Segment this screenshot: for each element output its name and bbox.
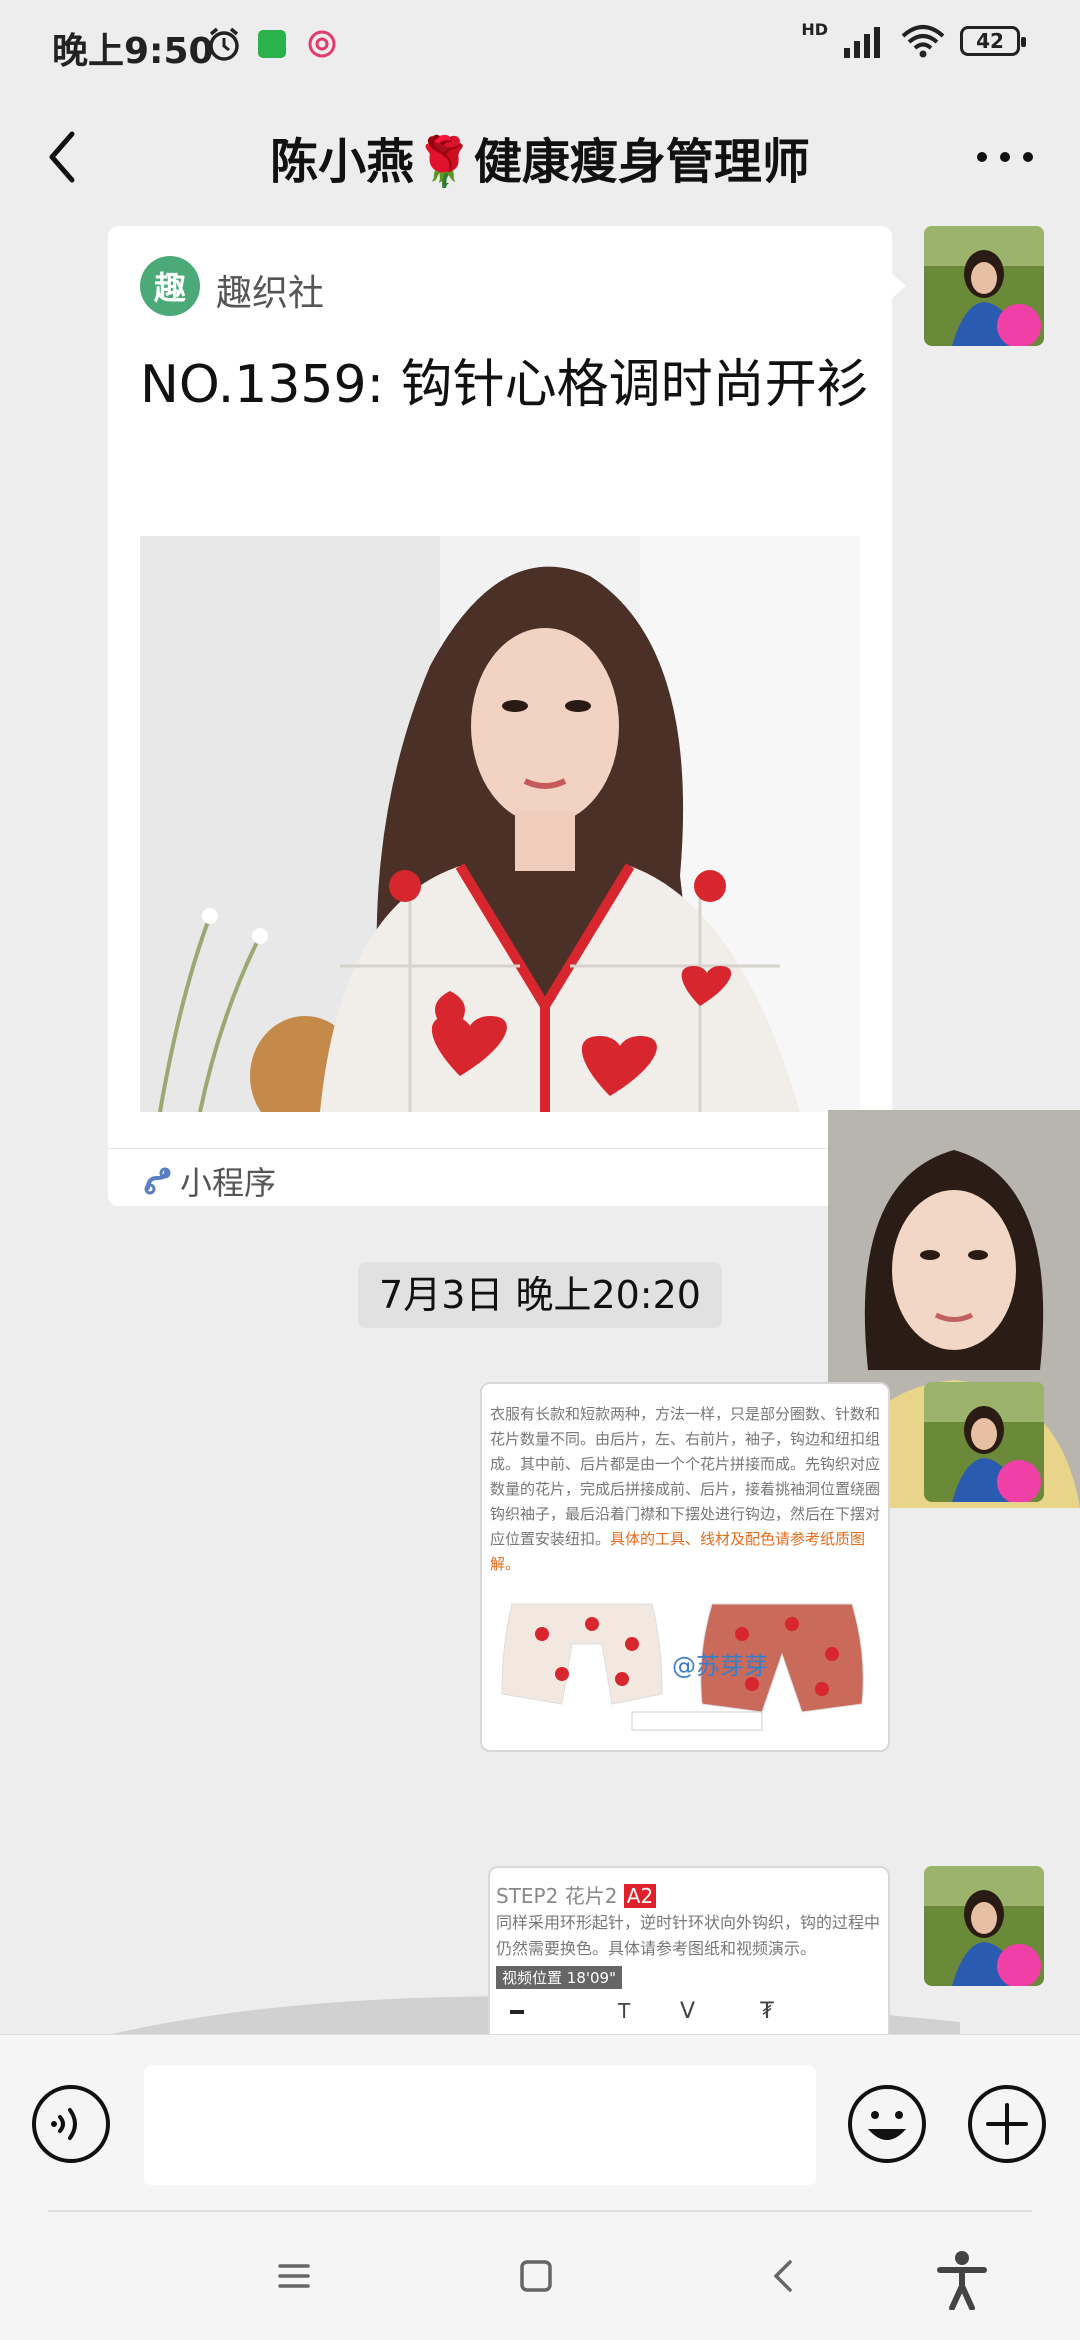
avatar[interactable] [924, 1866, 1044, 1986]
source-logo: 趣 [140, 256, 200, 316]
timestamp: 7月3日 晚上20:20 [358, 1262, 722, 1328]
doc2-text: 同样采用环形起针，逆时针环状向外钩织，钩的过程中仍然需要换色。具体请参考图纸和视… [496, 1913, 881, 1958]
system-nav-bar [0, 2210, 1080, 2340]
svg-text:V: V [680, 1999, 695, 2024]
nav-divider [48, 2210, 1032, 2212]
avatar[interactable] [924, 1382, 1044, 1502]
app-notification-icon-2 [308, 30, 336, 58]
video-label: 视频位置 [502, 1969, 563, 1987]
input-bar [0, 2034, 1080, 2211]
svg-text:₮: ₮ [760, 1999, 774, 2024]
chat-messages[interactable]: 趣 趣织社 NO.1359: 钩针心格调时尚开衫 小程序 7月3日 晚上20:2… [0, 222, 1080, 2034]
wifi-icon [901, 25, 945, 58]
stitch-symbols: T V ₮ [510, 1999, 774, 2024]
status-right: HD 42 [801, 20, 1026, 58]
alarm-icon [209, 27, 239, 61]
app-notification-icon [258, 30, 286, 58]
doc-step-label: STEP2 花片2 [496, 1884, 618, 1908]
card-title: NO.1359: 钩针心格调时尚开衫 [140, 355, 869, 415]
avatar[interactable] [924, 226, 1044, 346]
video-time: 18'09" [566, 1969, 616, 1987]
card-image [140, 536, 860, 1112]
image-message[interactable]: 衣服有长款和短款两种，方法一样，只是部分圈数、针数和花片数量不同。由后片，左、右… [480, 1382, 890, 1752]
mini-program-icon [144, 1167, 171, 1195]
back-nav-icon[interactable] [766, 2258, 802, 2294]
card-source: 趣织社 [216, 273, 325, 314]
accessibility-icon[interactable] [936, 2250, 988, 2310]
message-input[interactable] [144, 2065, 816, 2185]
plus-icon[interactable] [966, 2083, 1048, 2165]
mini-program-label: 小程序 [180, 1164, 277, 1202]
emoji-icon[interactable] [846, 2083, 928, 2165]
status-time: 晚上9:50 [52, 31, 214, 72]
doc-text: 衣服有长款和短款两种，方法一样，只是部分圈数、针数和花片数量不同。由后片，左、右… [482, 1384, 888, 1577]
mini-program-card[interactable]: 趣 趣织社 NO.1359: 钩针心格调时尚开衫 小程序 [108, 226, 892, 1206]
voice-input-icon[interactable] [30, 2083, 112, 2165]
video-position-label: 视频位置 18'09" [496, 1966, 622, 1989]
doc-body-text: 衣服有长款和短款两种，方法一样，只是部分圈数、针数和花片数量不同。由后片，左、右… [490, 1405, 881, 1548]
chat-title: 陈小燕🌹健康瘦身管理师 [270, 134, 810, 190]
image-message[interactable]: STEP2 花片2 A2 同样采用环形起针，逆时针环状向外钩织，钩的过程中仍然需… [488, 1866, 890, 2034]
card-footer: 小程序 [142, 1158, 276, 1204]
doc-step-badge: A2 [623, 1884, 657, 1908]
signal-icon [844, 27, 880, 58]
svg-text:T: T [617, 1999, 631, 2023]
card-divider [108, 1148, 892, 1149]
network-label: HD [801, 19, 828, 39]
more-options-icon[interactable] [970, 142, 1040, 172]
battery-indicator: 42 [960, 26, 1026, 56]
menu-icon[interactable] [276, 2258, 312, 2294]
status-bar: 晚上9:50 HD 42 [0, 0, 1080, 92]
chat-header: 陈小燕🌹健康瘦身管理师 [0, 92, 1080, 222]
doc-step-title: STEP2 花片2 A2 [496, 1880, 657, 1909]
home-icon[interactable] [518, 2258, 554, 2294]
bubble-tail [890, 272, 906, 300]
doc-watermark: @苏芽芽 [672, 1652, 768, 1680]
